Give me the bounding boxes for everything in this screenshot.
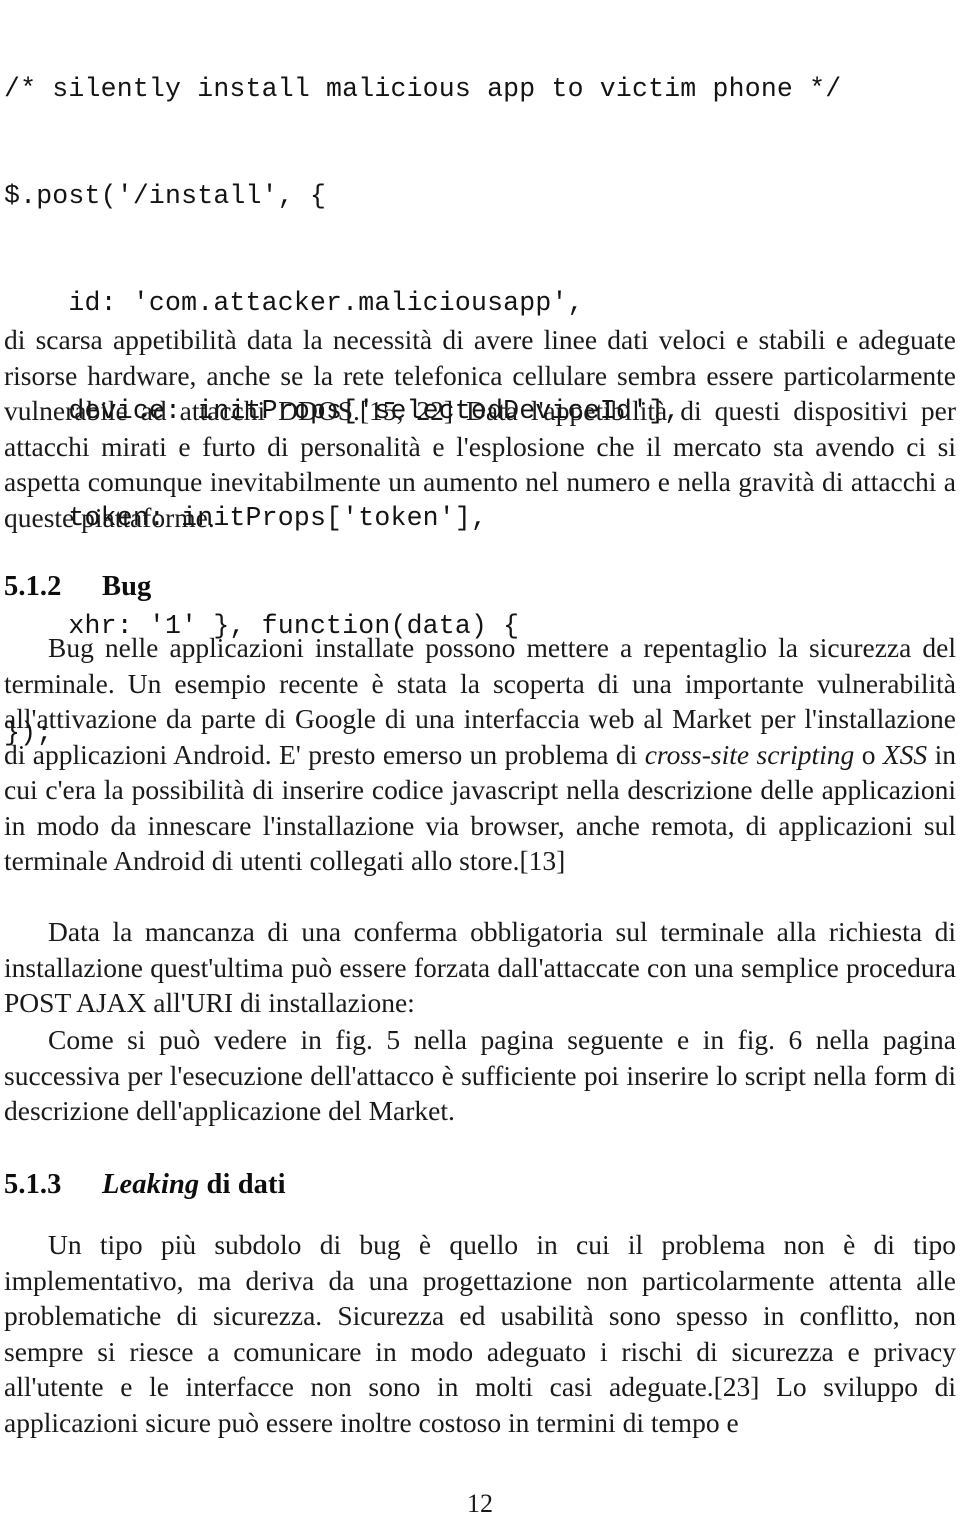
paragraph-figure-refs-block: Come si può vedere in fig. 5 nella pagin…: [4, 1022, 956, 1129]
paragraph: Un tipo più subdolo di bug è quello in c…: [4, 1229, 956, 1438]
code-line: $.post('/install', {: [4, 180, 327, 211]
paragraph-continuation-block: di scarsa appetibilità data la necessità…: [4, 322, 956, 535]
paragraph-leaking-block: Un tipo più subdolo di bug è quello in c…: [4, 1227, 956, 1440]
code-line: id: 'com.attacker.maliciousapp',: [4, 288, 584, 319]
emphasis-xss: XSS: [882, 738, 928, 770]
emphasis-cross-site-scripting: cross-site scripting: [644, 738, 855, 770]
paragraph-text-segment: o: [854, 738, 883, 770]
paragraph: Bug nelle applicazioni installate posson…: [4, 630, 956, 879]
section-heading-513-block: 5.1.3 Leaking di dati: [4, 1168, 956, 1202]
section-title: Bug: [102, 571, 152, 602]
section-title-italic: Leaking: [102, 1169, 200, 1200]
code-line: /* silently install malicious app to vic…: [4, 73, 842, 104]
paragraph: di scarsa appetibilità data la necessità…: [4, 324, 956, 533]
paragraph: Data la mancanza di una conferma obbliga…: [4, 916, 956, 1018]
section-number: 5.1.2: [4, 571, 62, 602]
page-number: 12: [467, 1489, 493, 1518]
document-page: /* silently install malicious app to vic…: [0, 0, 960, 1527]
paragraph: Come si può vedere in fig. 5 nella pagin…: [4, 1024, 956, 1126]
section-number: 5.1.3: [4, 1169, 62, 1200]
section-heading-513: 5.1.3 Leaking di dati: [4, 1168, 956, 1202]
section-title-rest: di dati: [199, 1169, 286, 1200]
paragraph-bug-block: Bug nelle applicazioni installate posson…: [4, 630, 956, 879]
section-heading-512: 5.1.2 Bug: [4, 570, 956, 604]
section-heading-512-block: 5.1.2 Bug: [4, 570, 956, 604]
paragraph-post-ajax-block: Data la mancanza di una conferma obbliga…: [4, 914, 956, 1021]
